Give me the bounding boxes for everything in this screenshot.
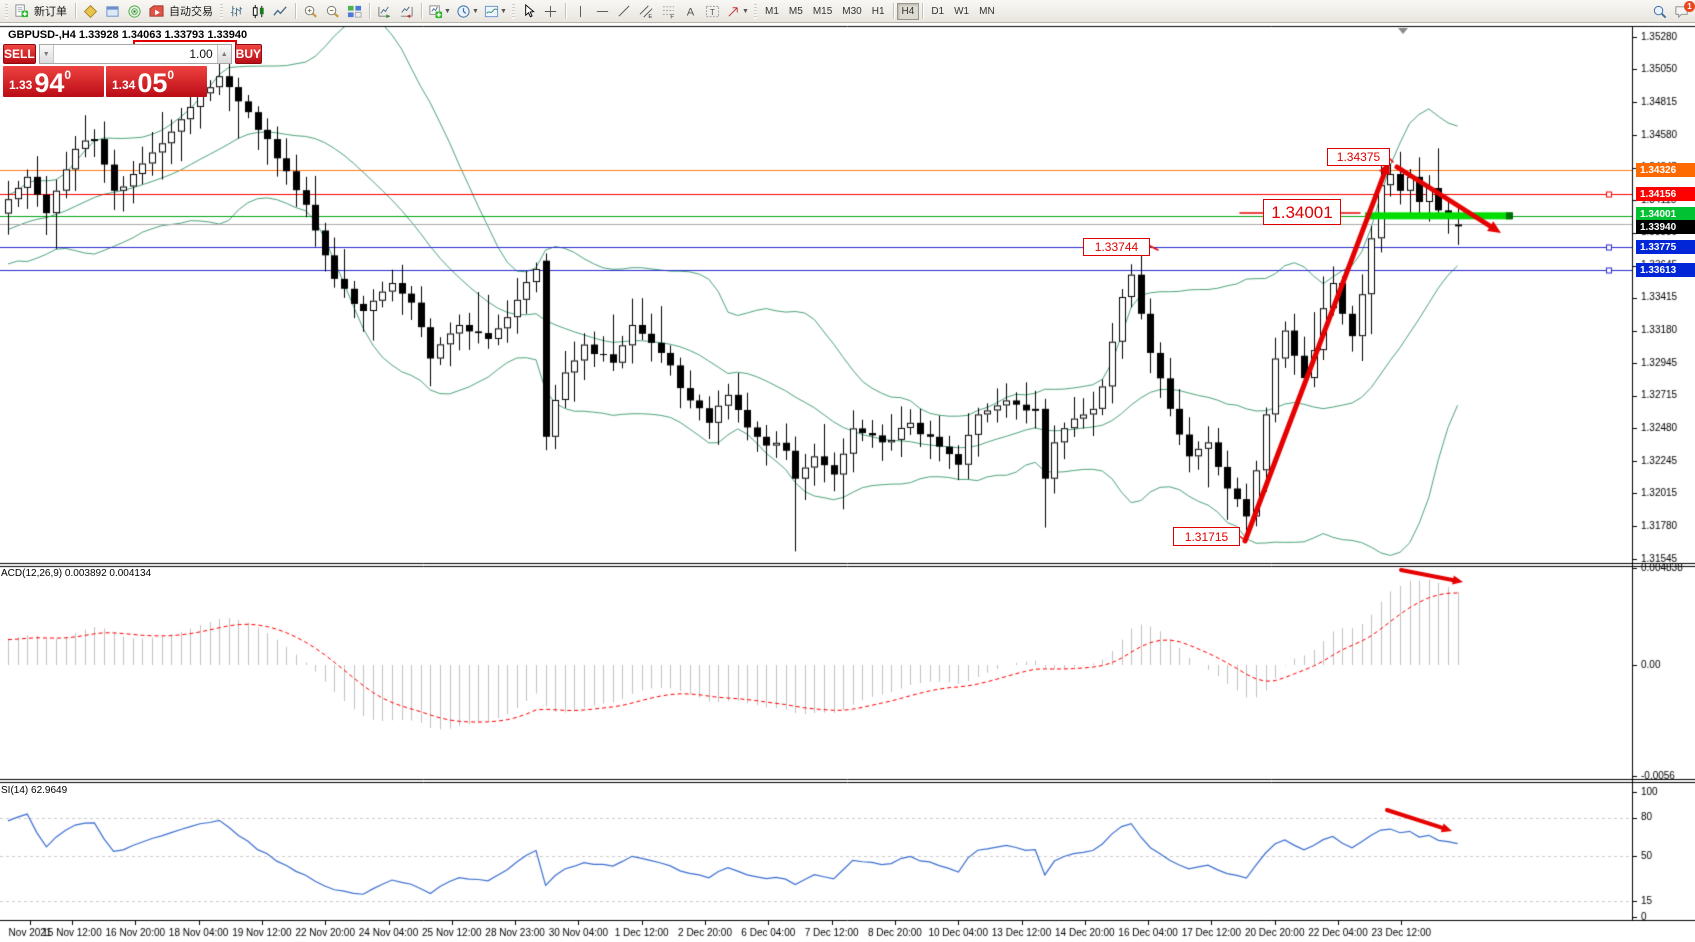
volume-spinner: ▼ ▲ [39,44,232,64]
search-icon[interactable] [1649,2,1670,21]
timeframe-M30[interactable]: M30 [837,3,866,20]
text-label-tool-icon[interactable]: T [702,2,723,21]
signals-icon[interactable] [124,2,145,21]
axis-price-label-1.33940: 1.33940 [1636,220,1695,234]
bar-chart-icon[interactable] [226,2,247,21]
toolbar-separator [369,3,370,19]
toolbar-grip[interactable] [754,4,757,19]
templates-dropdown[interactable]: ▼ [482,2,509,21]
trendline-tool-icon[interactable] [614,2,635,21]
svg-text:A: A [687,6,695,18]
timeframe-H1[interactable]: H1 [867,3,890,20]
toolbar-grip[interactable] [5,4,8,19]
timeframe-M5[interactable]: M5 [784,3,808,20]
dropdown-arrow-icon: ▼ [444,8,451,15]
price-annotation-1.31715[interactable]: 1.31715 [1173,527,1240,546]
horizontal-line-tool-icon[interactable] [592,2,613,21]
new-order-button[interactable] [11,2,32,21]
toolbar-separator [565,3,566,19]
chart-shift-icon[interactable] [396,2,417,21]
toolbar-separator [75,3,76,19]
buy-price-point: 0 [167,68,174,82]
buy-button[interactable]: BUY [235,44,262,64]
sell-price-major: 1.33 [9,78,32,92]
axis-price-label-1.34156: 1.34156 [1636,187,1695,201]
svg-text:E: E [648,14,652,19]
dropdown-arrow-icon: ▼ [742,8,749,15]
svg-text:T: T [710,6,715,16]
notification-badge: 1 [1684,1,1695,12]
one-click-trading-panel: SELL ▼ ▲ BUY 1.33 94 0 1.34 05 0 [3,44,207,97]
timeframe-W1[interactable]: W1 [949,3,974,20]
price-annotation-1.34375[interactable]: 1.34375 [1327,148,1390,166]
volume-decrease-button[interactable]: ▼ [40,45,54,63]
trade-panel-prices: 1.33 94 0 1.34 05 0 [3,66,207,97]
toolbar-separator [893,3,894,19]
new-order-label[interactable]: 新订单 [34,3,67,19]
timeframe-M15[interactable]: M15 [808,3,837,20]
toolbar-grip[interactable] [220,4,223,19]
new-chart-dropdown[interactable]: ▼ [426,2,453,21]
chat-notifications-icon[interactable]: 1 [1671,2,1692,21]
vertical-line-tool-icon[interactable] [570,2,591,21]
volume-input[interactable] [54,45,217,63]
buy-price-display[interactable]: 1.34 05 0 [106,66,207,97]
candlestick-chart-icon[interactable] [248,2,269,21]
line-chart-icon[interactable] [270,2,291,21]
navigator-icon[interactable] [102,2,123,21]
timeframe-D1[interactable]: D1 [926,3,949,20]
channel-tool-icon[interactable]: E [636,2,657,21]
axis-price-label-1.33613: 1.33613 [1636,263,1695,277]
axis-price-label-1.34326: 1.34326 [1636,163,1695,177]
price-annotation-1.33744[interactable]: 1.33744 [1083,238,1150,256]
tile-windows-icon[interactable] [344,2,365,21]
trade-panel-controls: SELL ▼ ▲ BUY [3,44,207,64]
crosshair-tool-icon[interactable] [540,2,561,21]
axis-price-label-1.34001: 1.34001 [1636,207,1695,221]
toolbar: 新订单 自动交易 ▼ ▼ ▼ [0,0,1695,23]
auto-scroll-icon[interactable] [374,2,395,21]
cursor-tool-icon[interactable] [518,2,539,21]
periods-dropdown[interactable]: ▼ [454,2,481,21]
toolbar-separator [421,3,422,19]
sell-price-point: 0 [64,68,71,82]
toolbar-separator [922,3,923,19]
autotrading-label[interactable]: 自动交易 [169,3,213,19]
zoom-out-icon[interactable] [322,2,343,21]
rsi-indicator-label: SI(14) 62.9649 [1,785,67,796]
dropdown-arrow-icon: ▼ [500,8,507,15]
text-tool-icon[interactable]: A [680,2,701,21]
svg-text:F: F [670,14,674,18]
buy-price-major: 1.34 [112,78,135,92]
price-annotation-1.34001[interactable]: 1.34001 [1263,199,1341,225]
volume-increase-button[interactable]: ▲ [217,45,231,63]
timeframe-group: M1M5M15M30H1 H4 D1W1MN [760,3,1000,20]
autotrading-icon[interactable] [146,2,167,21]
axis-price-label-1.33775: 1.33775 [1636,240,1695,254]
chart-canvas[interactable] [0,0,1695,942]
arrows-tool-dropdown[interactable]: ▼ [724,2,751,21]
sell-price-pips: 94 [34,70,64,96]
toolbar-separator [295,3,296,19]
fibonacci-tool-icon[interactable]: F [658,2,679,21]
macd-indicator-label: ACD(12,26,9) 0.003892 0.004134 [1,568,151,579]
buy-price-pips: 05 [137,70,167,96]
sell-button[interactable]: SELL [3,44,36,64]
dropdown-arrow-icon: ▼ [472,8,479,15]
sell-price-display[interactable]: 1.33 94 0 [3,66,104,97]
timeframe-H4[interactable]: H4 [897,3,920,20]
toolbar-grip[interactable] [512,4,515,19]
zoom-in-icon[interactable] [300,2,321,21]
market-watch-icon[interactable] [80,2,101,21]
timeframe-M1[interactable]: M1 [760,3,784,20]
timeframe-MN[interactable]: MN [974,3,1000,20]
